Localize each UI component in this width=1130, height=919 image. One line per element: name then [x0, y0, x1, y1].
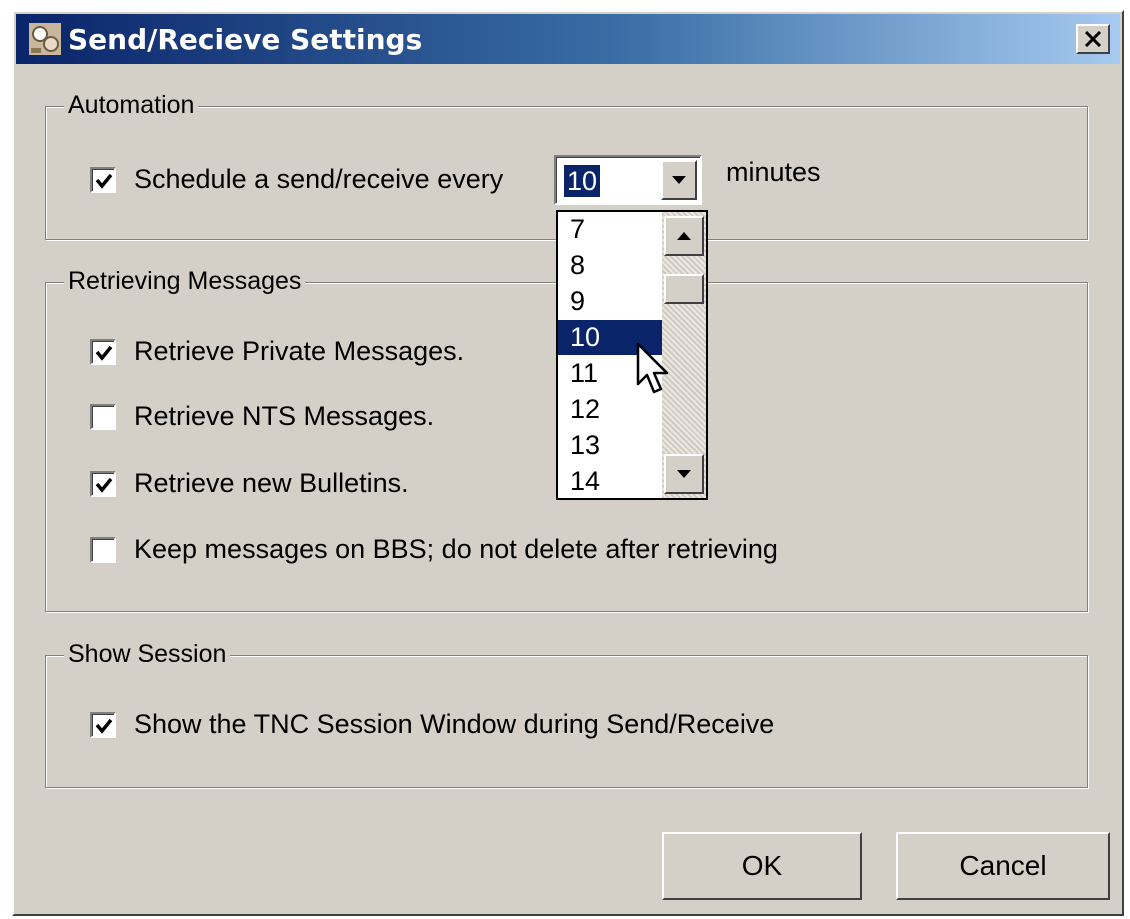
keep-on-bbs-checkbox[interactable]: [90, 536, 116, 563]
check-icon: [95, 477, 113, 493]
retrieve-bulletins-label: Retrieve new Bulletins.: [134, 468, 409, 498]
arrow-down-icon: [677, 470, 691, 478]
keep-on-bbs-label: Keep messages on BBS; do not delete afte…: [134, 534, 778, 564]
scroll-up-button[interactable]: [664, 216, 704, 256]
keep-on-bbs-row[interactable]: Keep messages on BBS; do not delete afte…: [90, 534, 778, 565]
check-icon: [95, 173, 113, 189]
automation-legend: Automation: [64, 90, 199, 120]
arrow-up-icon: [677, 232, 691, 240]
interval-combobox[interactable]: 10: [554, 155, 702, 205]
retrieve-bulletins-checkbox[interactable]: [90, 470, 116, 497]
close-button[interactable]: [1076, 24, 1110, 54]
chevron-down-icon: [672, 176, 686, 184]
ok-button[interactable]: OK: [662, 832, 862, 900]
schedule-checkbox-row[interactable]: Schedule a send/receive every: [90, 164, 503, 195]
check-icon: [95, 345, 113, 361]
show-session-checkbox[interactable]: [90, 711, 116, 738]
cancel-button[interactable]: Cancel: [896, 832, 1110, 900]
schedule-label: Schedule a send/receive every: [134, 164, 504, 194]
title-bar[interactable]: Send/Recieve Settings: [16, 14, 1120, 64]
window-title: Send/Recieve Settings: [68, 23, 423, 56]
dropdown-option-selected[interactable]: 10: [558, 320, 662, 355]
retrieve-bulletins-row[interactable]: Retrieve new Bulletins.: [90, 468, 409, 499]
dropdown-option[interactable]: 13: [558, 428, 662, 463]
retrieve-private-checkbox[interactable]: [90, 338, 116, 365]
retrieve-private-label: Retrieve Private Messages.: [134, 336, 465, 366]
interval-dropdown-list[interactable]: 7 8 9 10 11 12 13 14: [556, 210, 708, 500]
show-session-label: Show the TNC Session Window during Send/…: [134, 709, 775, 739]
retrieving-legend: Retrieving Messages: [64, 266, 306, 296]
dropdown-option[interactable]: 8: [558, 248, 662, 283]
dropdown-option[interactable]: 12: [558, 392, 662, 427]
interval-dropdown-button[interactable]: [661, 160, 697, 200]
scroll-thumb[interactable]: [664, 274, 704, 304]
retrieve-nts-row[interactable]: Retrieve NTS Messages.: [90, 401, 434, 432]
show-session-row[interactable]: Show the TNC Session Window during Send/…: [90, 709, 774, 740]
dropdown-option[interactable]: 7: [558, 212, 662, 247]
interval-value: 10: [564, 165, 601, 197]
retrieve-private-row[interactable]: Retrieve Private Messages.: [90, 336, 464, 367]
close-icon: [1084, 31, 1102, 47]
dropdown-option[interactable]: 11: [558, 356, 662, 391]
minutes-label: minutes: [726, 157, 821, 187]
check-icon: [95, 718, 113, 734]
dropdown-option[interactable]: 9: [558, 284, 662, 319]
dropdown-scrollbar[interactable]: [662, 212, 706, 498]
dropdown-option[interactable]: 14: [558, 464, 662, 498]
retrieve-nts-checkbox[interactable]: [90, 403, 116, 430]
scroll-down-button[interactable]: [664, 454, 704, 494]
session-legend: Show Session: [64, 639, 231, 669]
retrieve-nts-label: Retrieve NTS Messages.: [134, 401, 435, 431]
schedule-checkbox[interactable]: [90, 166, 116, 193]
settings-app-icon: [28, 22, 62, 56]
